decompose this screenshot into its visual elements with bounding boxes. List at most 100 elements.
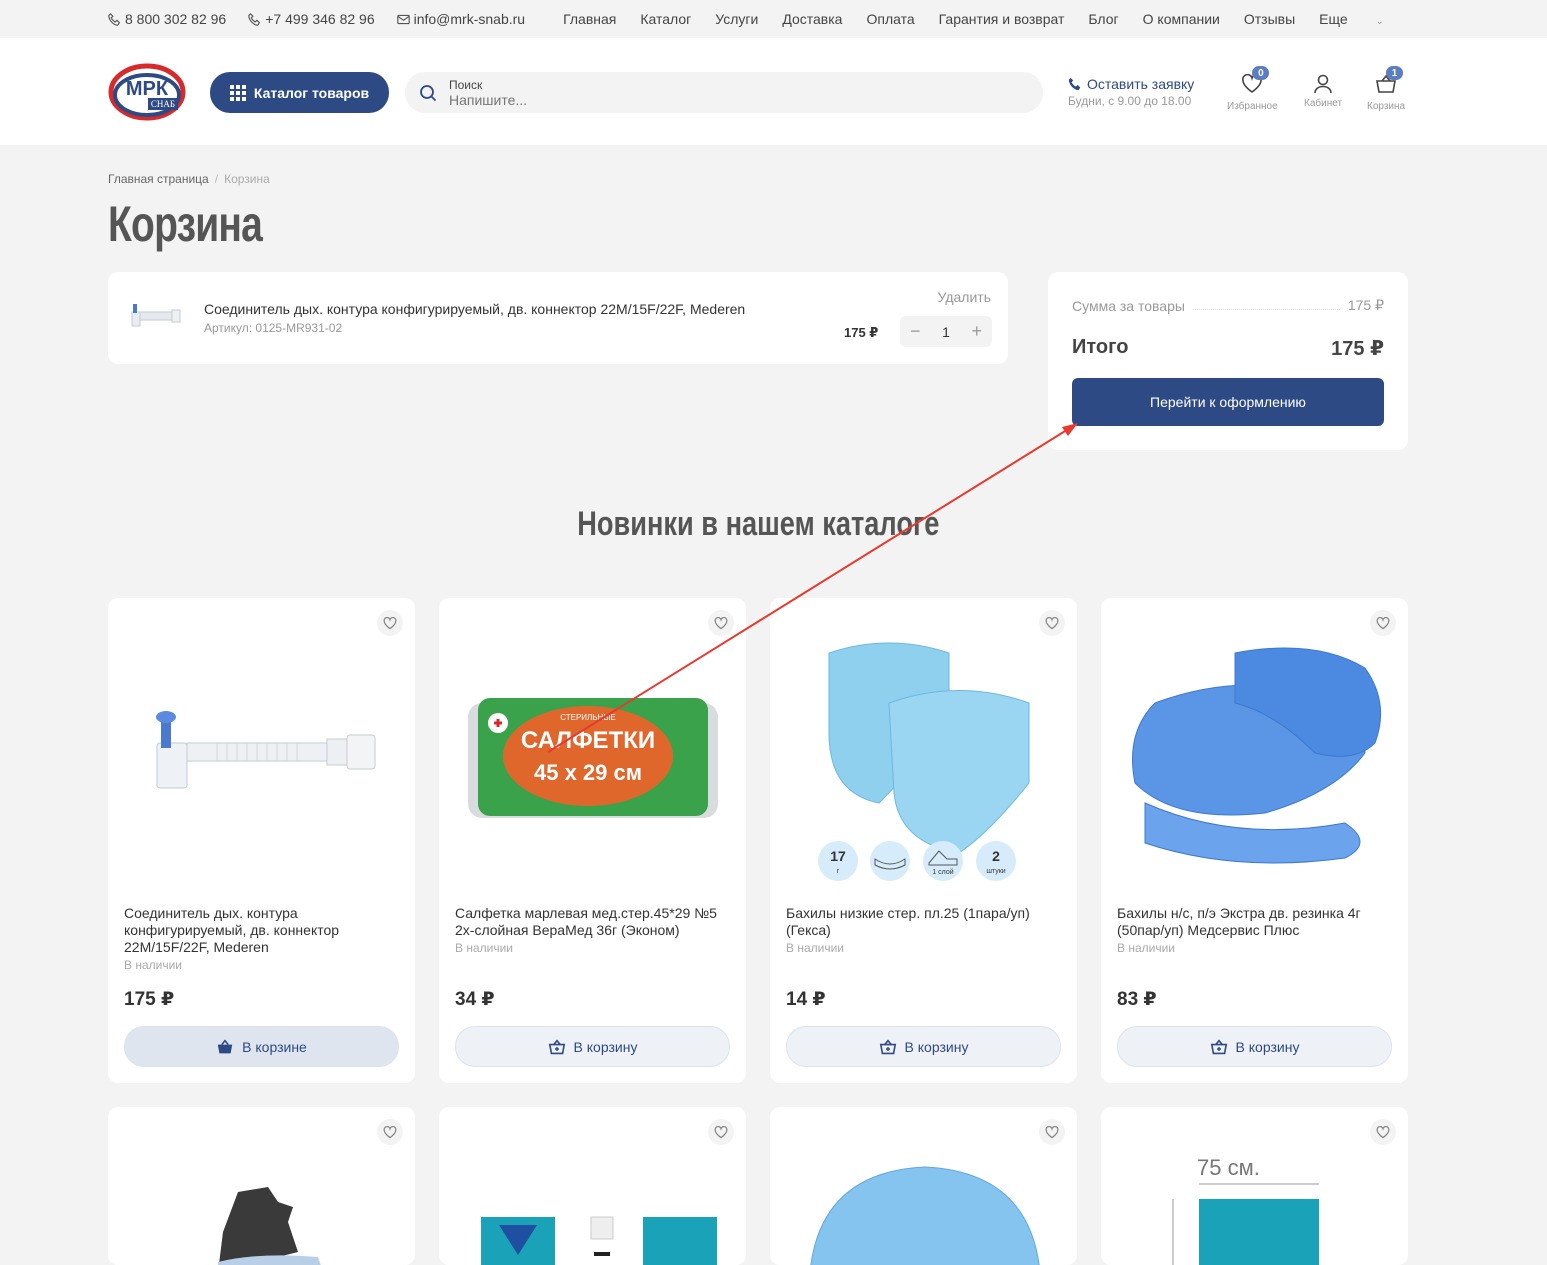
add-to-cart-icon <box>879 1038 896 1054</box>
badge-count-value: 2 <box>992 848 1000 864</box>
dotted-leader <box>1192 309 1340 310</box>
cabinet-button[interactable]: Кабинет <box>1304 74 1342 109</box>
napkin-top-text: СТЕРИЛЬНЫЕ <box>560 713 616 722</box>
top-bar: 8 800 302 82 96 +7 499 346 82 96 info@mr… <box>0 0 1547 38</box>
nav-catalog[interactable]: Каталог <box>640 11 691 27</box>
add-to-cart-button[interactable]: В корзину <box>786 1026 1061 1067</box>
napkin-size-text: 45 х 29 см <box>533 760 641 785</box>
product-card[interactable] <box>439 1107 746 1265</box>
product-name[interactable]: Бахилы н/с, п/э Экстра дв. резинка 4г (5… <box>1117 905 1397 939</box>
email-link[interactable]: info@mrk-snab.ru <box>396 11 525 27</box>
remove-button[interactable]: Удалить <box>938 289 991 305</box>
grid-icon <box>229 84 246 101</box>
page-title: Корзина <box>108 196 263 252</box>
product-card[interactable]: 17 г 1 слой 2 штуки Бахилы низкие стер. … <box>770 598 1077 1083</box>
nav-home[interactable]: Главная <box>563 11 616 27</box>
breadcrumb: Главная страница / Корзина <box>108 172 270 186</box>
catalog-button-label: Каталог товаров <box>253 84 370 101</box>
add-to-cart-button[interactable]: В корзину <box>455 1026 730 1067</box>
header: МРК СНАБ Каталог товаров Поиск Оставить … <box>0 38 1547 145</box>
heart-icon <box>714 1125 728 1138</box>
quantity-stepper: − 1 + <box>900 316 992 347</box>
nav-reviews[interactable]: Отзывы <box>1244 11 1295 27</box>
blue-shoe-covers-image <box>1131 647 1381 864</box>
quantity-value[interactable]: 1 <box>942 324 950 340</box>
product-price: 175 ₽ <box>124 989 175 1010</box>
search-input[interactable] <box>449 91 949 108</box>
nav-warranty[interactable]: Гарантия и возврат <box>939 11 1065 27</box>
decrease-button[interactable]: − <box>910 321 921 342</box>
chevron-down-icon: ⌄ <box>1375 16 1384 27</box>
stock-status: В наличии <box>1117 941 1176 955</box>
search-icon <box>420 84 437 101</box>
cart-count-badge: 1 <box>1386 66 1404 80</box>
heart-icon <box>383 1125 397 1138</box>
napkin-title-text: САЛФЕТКИ <box>520 727 654 754</box>
user-icon <box>1314 74 1332 94</box>
product-name[interactable]: Бахилы низкие стер. пл.25 (1пара/уп) (Ге… <box>786 905 1066 939</box>
product-card[interactable]: 75 см. <box>1101 1107 1408 1265</box>
drape-sheet-image <box>1172 1183 1319 1265</box>
stock-status: В наличии <box>786 941 845 955</box>
product-price: 14 ₽ <box>786 989 826 1010</box>
cart-item-thumbnail[interactable] <box>124 296 184 340</box>
total-value: 175 ₽ <box>1331 338 1384 360</box>
product-info: Соединитель дых. контура конфигурируемый… <box>124 905 404 974</box>
basket-icon <box>217 1038 233 1053</box>
badge-layer-label: 1 слой <box>932 868 953 876</box>
order-summary: Сумма за товары 175 ₽ Итого 175 ₽ Перейт… <box>1048 272 1408 450</box>
logo[interactable]: МРК СНАБ <box>108 61 186 123</box>
request-callback[interactable]: Оставить заявку Будни, с 9.00 до 18.00 <box>1068 76 1194 108</box>
cart-button[interactable]: 1 Корзина <box>1367 66 1405 112</box>
nav-more[interactable]: Еще ⌄ <box>1319 11 1408 27</box>
stock-status: В наличии <box>124 958 183 972</box>
nav-about[interactable]: О компании <box>1143 11 1220 27</box>
mail-icon <box>396 14 410 24</box>
product-card[interactable]: Соединитель дых. контура конфигурируемый… <box>108 598 415 1083</box>
product-card[interactable] <box>108 1107 415 1265</box>
in-cart-button[interactable]: В корзине <box>124 1026 399 1067</box>
favorite-button[interactable] <box>1370 1119 1396 1145</box>
favorites-label: Избранное <box>1227 101 1278 112</box>
search-box[interactable]: Поиск <box>405 72 1043 113</box>
connector-image <box>131 304 181 327</box>
gauze-napkin-pack-image: СТЕРИЛЬНЫЕ САЛФЕТКИ 45 х 29 см <box>467 698 718 818</box>
shoe-covers-image: 17 г 1 слой 2 штуки <box>817 642 1029 881</box>
product-image[interactable]: СТЕРИЛЬНЫЕ САЛФЕТКИ 45 х 29 см <box>439 628 746 888</box>
logo-icon: МРК СНАБ <box>108 63 186 120</box>
favorites-button[interactable]: 0 Избранное <box>1227 66 1278 112</box>
svg-text:СНАБ: СНАБ <box>151 99 175 109</box>
nav-delivery[interactable]: Доставка <box>782 11 842 27</box>
product-card[interactable] <box>770 1107 1077 1265</box>
cart-item: Соединитель дых. контура конфигурируемый… <box>108 272 1008 364</box>
increase-button[interactable]: + <box>971 321 982 342</box>
phone-link-2[interactable]: +7 499 346 82 96 <box>248 11 375 27</box>
add-to-cart-button[interactable]: В корзину <box>1117 1026 1392 1067</box>
product-name[interactable]: Салфетка марлевая мед.стер.45*29 №5 2х-с… <box>455 905 735 939</box>
product-image[interactable]: 17 г 1 слой 2 штуки <box>770 628 1077 888</box>
cart-item-name[interactable]: Соединитель дых. контура конфигурируемый… <box>204 301 745 317</box>
product-info: Салфетка марлевая мед.стер.45*29 №5 2х-с… <box>455 905 735 957</box>
phone-2: +7 499 346 82 96 <box>265 11 375 27</box>
badge-count-unit: штуки <box>986 868 1005 875</box>
product-image[interactable] <box>108 628 415 888</box>
favorite-button[interactable] <box>708 1119 734 1145</box>
product-card[interactable]: СТЕРИЛЬНЫЕ САЛФЕТКИ 45 х 29 см Салфетка … <box>439 598 746 1083</box>
goods-sum-label: Сумма за товары <box>1072 298 1185 314</box>
product-image[interactable] <box>1101 628 1408 888</box>
breadcrumb-home[interactable]: Главная страница <box>108 172 209 186</box>
favorite-button[interactable] <box>1039 1119 1065 1145</box>
favorite-button[interactable] <box>377 1119 403 1145</box>
section-title: Новинки в нашем каталоге <box>0 505 1516 544</box>
phone-link-1[interactable]: 8 800 302 82 96 <box>108 11 226 27</box>
nav-services[interactable]: Услуги <box>715 11 758 27</box>
checkout-button[interactable]: Перейти к оформлению <box>1072 378 1384 426</box>
nav-payment[interactable]: Оплата <box>866 11 914 27</box>
boot-image <box>218 1187 321 1265</box>
product-card[interactable]: Бахилы н/с, п/э Экстра дв. резинка 4г (5… <box>1101 598 1408 1083</box>
product-name[interactable]: Соединитель дых. контура конфигурируемый… <box>124 905 404 956</box>
nav-blog[interactable]: Блог <box>1088 11 1118 27</box>
total-label: Итого <box>1072 336 1129 358</box>
catalog-button[interactable]: Каталог товаров <box>210 72 389 113</box>
section-title-text: Новинки в нашем каталоге <box>576 505 940 543</box>
